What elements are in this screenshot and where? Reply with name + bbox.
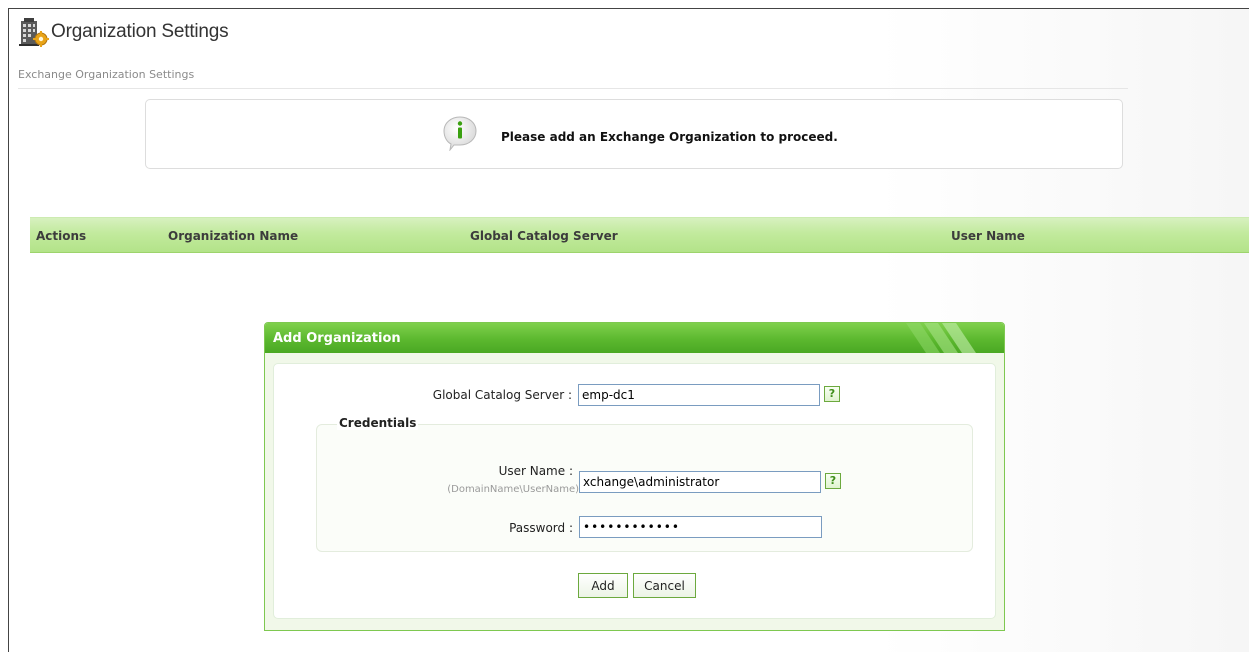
add-organization-dialog: Add Organization Global Catalog Server :… <box>264 322 1005 631</box>
column-header-global-catalog-server[interactable]: Global Catalog Server <box>470 229 618 243</box>
dialog-body: Global Catalog Server : ? Credentials Us… <box>273 363 996 619</box>
info-message: Please add an Exchange Organization to p… <box>501 130 838 144</box>
user-name-help-icon[interactable]: ? <box>825 473 841 489</box>
info-icon <box>443 116 477 151</box>
page-header: Organization Settings <box>18 17 229 47</box>
cancel-button[interactable]: Cancel <box>633 573 696 598</box>
global-catalog-server-input[interactable] <box>578 384 820 406</box>
global-catalog-server-label: Global Catalog Server : <box>432 388 572 402</box>
global-catalog-help-icon[interactable]: ? <box>824 386 840 402</box>
credentials-fieldset: Credentials User Name : (DomainName\User… <box>316 416 973 552</box>
password-input[interactable] <box>579 516 822 538</box>
page-title: Organization Settings <box>51 21 229 42</box>
info-notice: Please add an Exchange Organization to p… <box>145 99 1123 169</box>
page-subtitle: Exchange Organization Settings <box>18 68 195 81</box>
building-gear-icon <box>19 18 49 47</box>
credentials-legend: Credentials <box>337 416 419 430</box>
password-label: Password : <box>509 521 573 535</box>
organizations-grid-header: Actions Organization Name Global Catalog… <box>30 217 1249 253</box>
add-button[interactable]: Add <box>578 573 628 598</box>
titlebar-stripes-decoration <box>906 323 976 353</box>
column-header-organization-name[interactable]: Organization Name <box>168 229 298 243</box>
dialog-titlebar: Add Organization <box>265 323 1004 353</box>
header-divider <box>18 88 1128 89</box>
user-name-input[interactable] <box>579 471 821 493</box>
user-name-label: User Name : <box>498 464 573 478</box>
column-header-actions: Actions <box>36 229 87 243</box>
user-name-format-hint: (DomainName\UserName) <box>447 484 579 495</box>
dialog-title: Add Organization <box>273 331 401 346</box>
column-header-user-name[interactable]: User Name <box>951 229 1025 243</box>
